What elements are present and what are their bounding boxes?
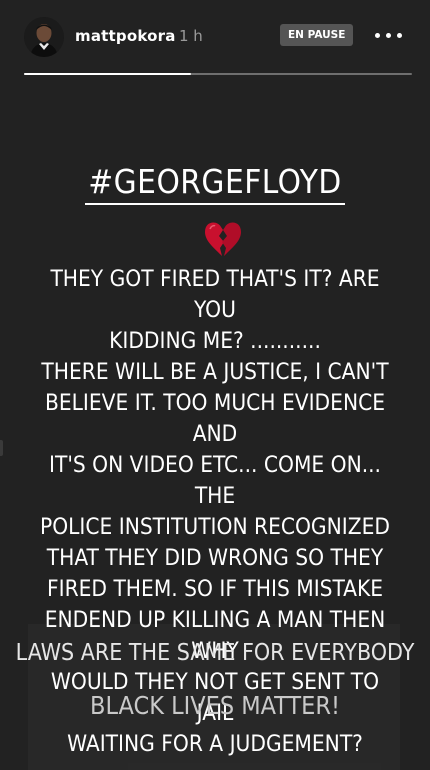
more-horizontal-icon (386, 33, 391, 38)
previous-story-handle[interactable] (0, 440, 3, 456)
story-progress-fill (24, 73, 191, 75)
timestamp: 1 h (179, 27, 203, 45)
avatar-image (24, 17, 64, 57)
more-horizontal-icon (375, 33, 380, 38)
hashtag-heading: #GEORGEFLOYD (0, 162, 430, 205)
story-progress-bar (24, 73, 412, 75)
blm-statement: BLACK LIVES MATTER! (90, 691, 340, 720)
broken-heart-icon (205, 222, 241, 256)
story-text-line: THERE WILL BE A JUSTICE, I CAN'T (41, 359, 389, 385)
more-options-button[interactable] (374, 23, 408, 47)
username[interactable]: mattpokora (75, 27, 176, 45)
more-horizontal-icon (397, 33, 402, 38)
hashtag-text: #GEORGEFLOYD (85, 162, 345, 205)
story-text-line: FIRED THEM. SO IF THIS MISTAKE (46, 576, 384, 602)
story-text-line: POLICE INSTITUTION RECOGNIZED (40, 514, 390, 540)
story-view[interactable]: mattpokora 1 h EN PAUSE #GEORGEFLOYD THE… (0, 0, 430, 770)
pause-badge[interactable]: EN PAUSE (280, 24, 354, 46)
story-text-line: BELIEVE IT. TOO MUCH EVIDENCE AND (44, 390, 386, 447)
story-text-line: KIDDING ME? ........... (109, 328, 321, 354)
story-text-line: THAT THEY DID WRONG SO THEY (46, 545, 384, 571)
story-header: mattpokora 1 h EN PAUSE (24, 17, 412, 57)
laws-statement: LAWS ARE THE SAME FOR EVERYBODY (15, 640, 415, 666)
avatar[interactable] (24, 17, 64, 57)
story-text-line: THEY GOT FIRED THAT'S IT? ARE YOU (50, 266, 380, 323)
story-text-line: IT'S ON VIDEO ETC... COME ON... THE (49, 452, 381, 509)
